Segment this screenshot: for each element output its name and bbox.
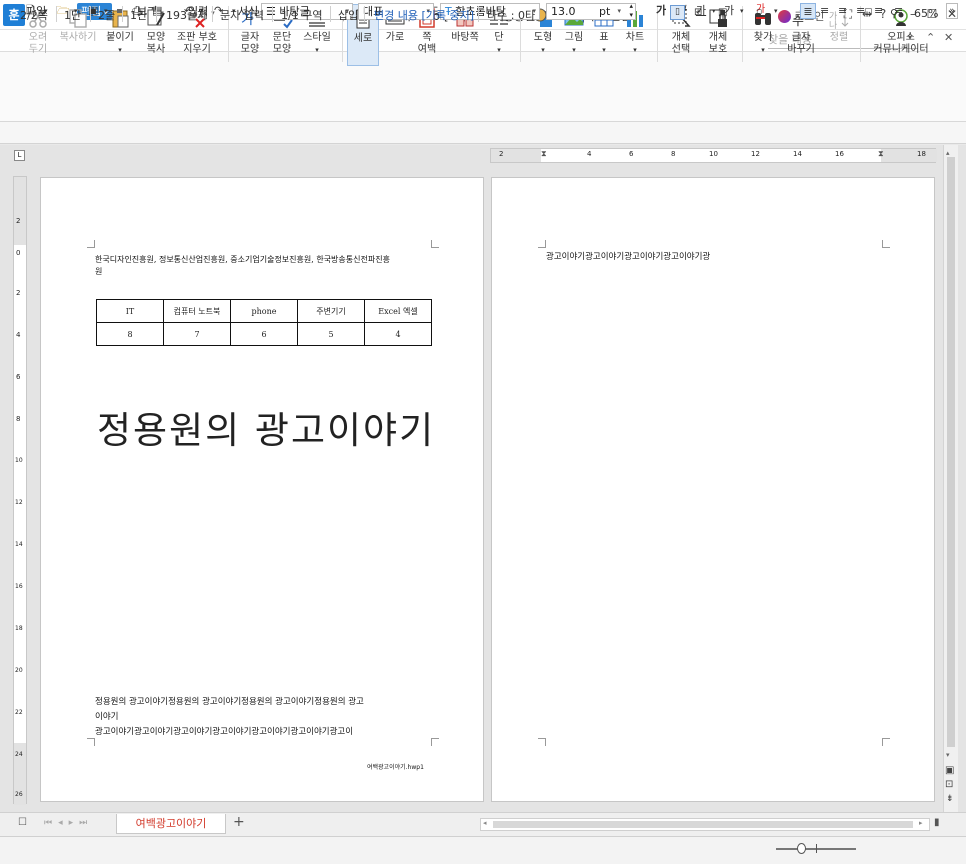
status-separator [212, 6, 213, 22]
underline-dropdown-icon[interactable]: ▾ [712, 3, 716, 19]
zoom-out-icon[interactable]: ▫ [756, 7, 762, 17]
table-cell[interactable]: 컴퓨터 노트북 [163, 299, 231, 323]
scroll-right-icon[interactable]: ▸ [919, 819, 923, 827]
status-separator [330, 6, 331, 22]
header-line-2: 원 [95, 267, 103, 276]
table-cell[interactable]: IT [96, 299, 164, 323]
zoom-slider-thumb[interactable] [797, 843, 806, 854]
status-separator [156, 6, 157, 22]
close-ribbon-icon[interactable]: ✕ [944, 31, 953, 44]
indent-marker-left[interactable]: ⧗ [541, 149, 547, 159]
font-color-dropdown-icon[interactable]: ▾ [774, 3, 778, 19]
view-page-icon[interactable]: ▯ [670, 5, 685, 20]
align-center-icon[interactable]: ≡ [838, 3, 847, 19]
status-typing: 타수 : 0타 [487, 9, 536, 22]
crop-mark [431, 240, 439, 248]
body-line: 광고이야기광고이야기광고이야기광고이야기광고이야기광고이야기광고이 [95, 727, 354, 737]
page-2[interactable]: 광고이야기광고이야기광고이야기광고이야기광 [491, 177, 935, 802]
crop-mark [882, 240, 890, 248]
vertical-ruler[interactable]: 2 0 2 4 6 8 10 12 14 16 18 20 22 24 26 [13, 176, 27, 805]
status-column: 1단 [64, 9, 82, 22]
tab-nav-icons[interactable]: ⏮◂▸⏭ [44, 818, 93, 828]
status-section: 1/1 구역 [281, 9, 323, 22]
strike-dropdown-icon[interactable]: ▾ [740, 3, 744, 19]
crop-mark [538, 738, 546, 746]
header-line: 한국디자인진흥원, 정보통신산업진흥원, 중소기업기술정보진흥원, 한국방송통신… [95, 255, 390, 264]
horizontal-scrollbar[interactable]: ◂ ▸ [480, 818, 930, 831]
zoom-search-icon[interactable]: ⚲ [890, 7, 898, 20]
crop-mark [882, 738, 890, 746]
zoom-in-icon[interactable]: ▢ [864, 7, 873, 17]
status-separator [122, 6, 123, 22]
status-zoom[interactable]: 65% [914, 7, 938, 20]
align-left-icon[interactable]: ≡ [820, 3, 829, 19]
format-toolbar [0, 122, 966, 144]
view-width-icon[interactable]: ⊞ [694, 7, 702, 18]
preview-icon[interactable]: ▤ [152, 3, 162, 19]
align-justify-icon[interactable]: ≣ [800, 3, 816, 19]
table-cell[interactable]: phone [230, 299, 298, 323]
page-1[interactable]: 한국디자인진흥원, 정보통신산업진흥원, 중소기업기술정보진흥원, 한국방송통신… [40, 177, 484, 802]
scroll-thumb[interactable] [493, 821, 913, 828]
view-full-icon[interactable]: ▣ [718, 7, 727, 18]
body-line: 정용원의 광고이야기정용원의 광고이야기정용원의 광고이야기정용원의 광고 [95, 697, 364, 707]
split-view-icon[interactable]: ▮ [934, 817, 940, 828]
table-cell[interactable]: 5 [297, 322, 365, 346]
align-distribute-icon[interactable]: ≡ [874, 3, 883, 19]
status-input-mode[interactable]: 문자 입력 [220, 7, 264, 23]
scroll-down-icon[interactable]: ▾ [946, 751, 950, 759]
table-header-row: IT 컴퓨터 노트북 phone 주변기기 Excel 엑셀 [96, 299, 432, 323]
table-cell[interactable]: 4 [364, 322, 432, 346]
status-insert[interactable]: 삽입 [338, 7, 358, 23]
tab-list-icon[interactable]: ☐ [18, 817, 27, 828]
page-select-icon[interactable]: ⊡ [945, 779, 953, 790]
crop-mark [87, 240, 95, 248]
next-page-icon[interactable]: ⇟ [946, 794, 954, 804]
zoom-default-mark [816, 844, 817, 853]
status-separator [90, 6, 91, 22]
crop-mark [431, 738, 439, 746]
bold-icon[interactable]: 가 [656, 3, 666, 19]
crop-mark [538, 240, 546, 248]
prev-page-icon[interactable]: ▣ [945, 765, 954, 776]
table-cell[interactable]: 주변기기 [297, 299, 365, 323]
vertical-scrollbar[interactable]: ▴ ▾ ▣ ⊡ ⇟ [943, 145, 958, 812]
toolbar-expand-icon[interactable]: » [946, 3, 958, 19]
table-cell[interactable]: 8 [96, 322, 164, 346]
table-cell[interactable]: Excel 엑셀 [364, 299, 432, 323]
status-separator [272, 6, 273, 22]
font-size-select[interactable]: 13.0 pt ▾ ▴ ▾ [546, 2, 636, 20]
scroll-left-icon[interactable]: ◂ [483, 819, 487, 827]
indent-marker-right[interactable]: ⧗ [878, 149, 884, 159]
svg-text:나: 나 [829, 20, 837, 29]
horizontal-ruler[interactable]: 2 4 6 8 10 12 14 16 18 ⧗ ⧗ [490, 148, 937, 163]
status-separator [478, 6, 479, 22]
status-bar [0, 836, 966, 864]
tab-document[interactable]: 여백광고이야기 [116, 814, 226, 834]
status-track-changes[interactable]: 변경 내용 [기록 중지] [374, 7, 474, 23]
table-row: 8 7 6 5 4 [96, 322, 432, 346]
data-table[interactable]: IT 컴퓨터 노트북 phone 주변기기 Excel 엑셀 8 7 6 5 4 [96, 299, 432, 346]
page-footer: 여백광고이야기.hwp1 [367, 764, 424, 771]
table-cell[interactable]: 7 [163, 322, 231, 346]
size-stepper-icon[interactable]: ▴ ▾ [629, 2, 633, 20]
body-line: 이야기 [95, 712, 119, 722]
status-separator [364, 6, 365, 22]
table-cell[interactable]: 6 [230, 322, 298, 346]
status-line: 2줄 [98, 9, 116, 22]
document-title: 정용원의 광고이야기 [97, 409, 436, 452]
add-tab-button[interactable]: + [233, 814, 245, 830]
status-separator [56, 6, 57, 22]
status-chars: 193글자 [166, 9, 208, 22]
status-page[interactable]: 2/2쪽 [20, 7, 48, 23]
ruler-corner-icon[interactable]: L [14, 150, 25, 161]
body-line: 광고이야기광고이야기광고이야기광고이야기광 [546, 252, 711, 262]
scroll-thumb[interactable] [947, 157, 955, 747]
status-col: 1칸 [130, 9, 148, 22]
scroll-up-icon[interactable]: ▴ [946, 149, 950, 157]
crop-mark [87, 738, 95, 746]
